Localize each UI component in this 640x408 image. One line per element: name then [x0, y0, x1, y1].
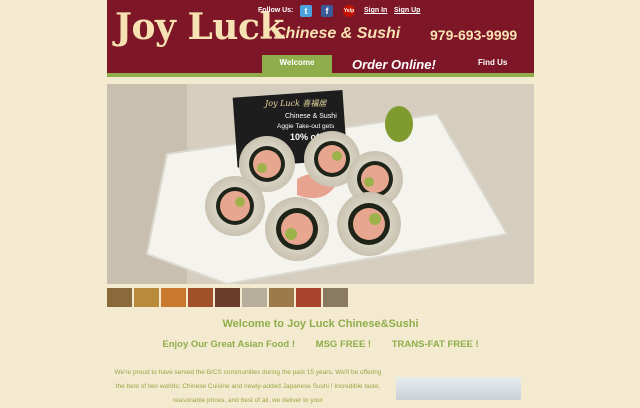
yelp-icon[interactable]: Yelp: [343, 5, 355, 17]
intro-paragraph: We're proud to have served the B/CS comm…: [114, 369, 382, 404]
welcome-heading: Welcome to Joy Luck Chinese&Sushi: [222, 318, 419, 330]
features-line: Enjoy Our Great Asian Food ! MSG FREE ! …: [107, 339, 534, 350]
nav-underline: [107, 73, 534, 77]
sushi-illustration: Joy Luck 喜福居 Chinese & Sushi Aggie Take-…: [107, 84, 534, 284]
phone-number: 979-693-9999: [430, 27, 518, 43]
thumbnail[interactable]: [323, 288, 348, 307]
thumbnail[interactable]: [161, 288, 186, 307]
hero-photo: Joy Luck 喜福居 Chinese & Sushi Aggie Take-…: [107, 84, 534, 284]
sushi-roll-4: [205, 176, 265, 236]
sushi-roll-6: [337, 192, 401, 256]
nav-order-online[interactable]: Order Online!: [352, 57, 436, 72]
thumbnail[interactable]: [269, 288, 294, 307]
card-line2: Aggie Take-out gets: [277, 123, 335, 130]
thumbnail[interactable]: [242, 288, 267, 307]
enjoy-text: Enjoy Our Great Asian Food !: [162, 339, 296, 350]
nav-find-us[interactable]: Find Us: [478, 58, 507, 67]
sushi-roll-5: [265, 197, 329, 261]
msg-free-text: MSG FREE !: [315, 339, 372, 350]
tagline: Chinese & Sushi: [274, 25, 401, 42]
transfat-free-text: TRANS-FAT FREE !: [391, 339, 479, 350]
follow-us-label: Follow Us:: [258, 7, 294, 14]
card-line1: Chinese & Sushi: [285, 113, 337, 120]
card-brand: Joy Luck 喜福居: [263, 99, 327, 108]
thumbnail[interactable]: [215, 288, 240, 307]
thumbnail[interactable]: [107, 288, 132, 307]
side-photo: [396, 377, 521, 400]
sign-up-link[interactable]: Sign Up: [394, 7, 420, 14]
thumbnail[interactable]: [296, 288, 321, 307]
facebook-icon[interactable]: f: [321, 5, 333, 17]
twitter-icon[interactable]: t: [300, 5, 312, 17]
thumbnail[interactable]: [188, 288, 213, 307]
site-header: Joy Luck Chinese & Sushi 979-693-9999 Fo…: [107, 0, 534, 73]
page: Joy Luck Chinese & Sushi 979-693-9999 Fo…: [107, 0, 534, 404]
sign-in-link[interactable]: Sign In: [364, 7, 387, 14]
main-nav: Welcome Order Online! Find Us: [107, 55, 534, 73]
thumbnail[interactable]: [134, 288, 159, 307]
nav-welcome[interactable]: Welcome: [262, 55, 332, 73]
